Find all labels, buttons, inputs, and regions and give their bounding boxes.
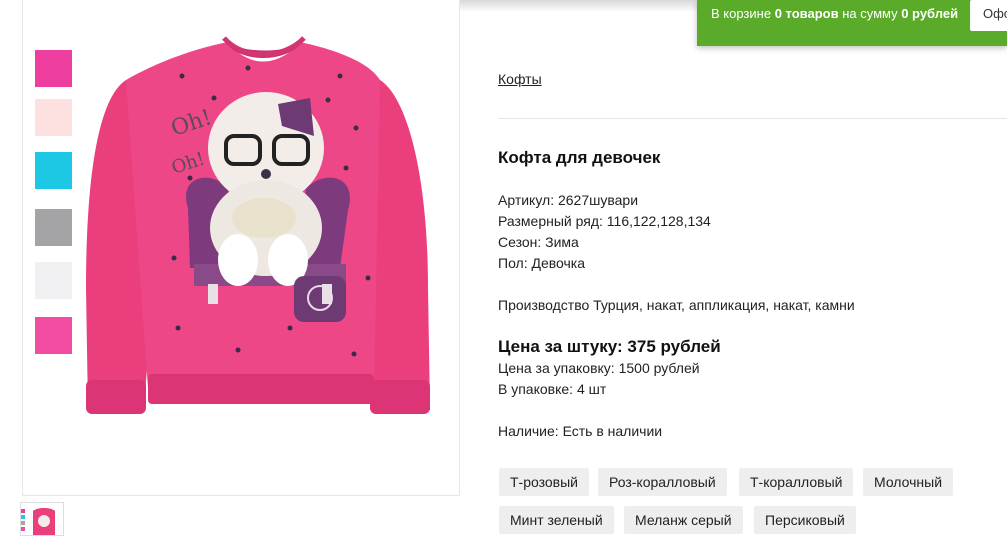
breadcrumb[interactable]: Кофты — [498, 71, 542, 87]
size-range: Размерный ряд: 116,122,128,134 — [498, 213, 711, 229]
product-title: Кофта для девочек — [498, 148, 661, 167]
season: Сезон: Зима — [498, 234, 579, 250]
color-option[interactable]: Т-коралловый — [739, 468, 854, 496]
header-shadow — [460, 0, 697, 12]
gender: Пол: Девочка — [498, 255, 586, 271]
cart-bar: В корзине 0 товаров на сумму 0 рублей Оф… — [697, 0, 1007, 46]
product-image[interactable]: Oh! Oh! — [78, 28, 448, 438]
unit-price: Цена за штуку: 375 рублей — [498, 337, 721, 356]
pack-price: Цена за упаковку: 1500 рублей — [498, 360, 700, 376]
color-option[interactable]: Т-розовый — [499, 468, 589, 496]
color-swatch[interactable] — [35, 317, 72, 354]
pack-count: В упаковке: 4 шт — [498, 381, 607, 397]
color-option[interactable]: Меланж серый — [624, 506, 743, 534]
color-option[interactable]: Роз-коралловый — [598, 468, 727, 496]
thumbnail[interactable] — [20, 502, 64, 536]
color-swatch[interactable] — [35, 209, 72, 246]
color-swatch[interactable] — [35, 99, 72, 136]
color-option[interactable]: Персиковый — [754, 506, 856, 534]
color-swatch[interactable] — [35, 50, 72, 87]
color-option[interactable]: Молочный — [863, 468, 954, 496]
article: Артикул: 2627шувари — [498, 192, 639, 208]
color-swatch[interactable] — [35, 152, 72, 189]
checkout-button[interactable]: Офо — [970, 0, 1007, 31]
color-option[interactable]: Минт зеленый — [499, 506, 614, 534]
availability: Наличие: Есть в наличии — [498, 423, 663, 439]
production: Производство Турция, накат, аппликация, … — [498, 297, 855, 313]
cart-summary: В корзине 0 товаров на сумму 0 рублей — [711, 6, 959, 21]
color-swatch[interactable] — [35, 262, 72, 299]
divider — [498, 118, 1007, 119]
